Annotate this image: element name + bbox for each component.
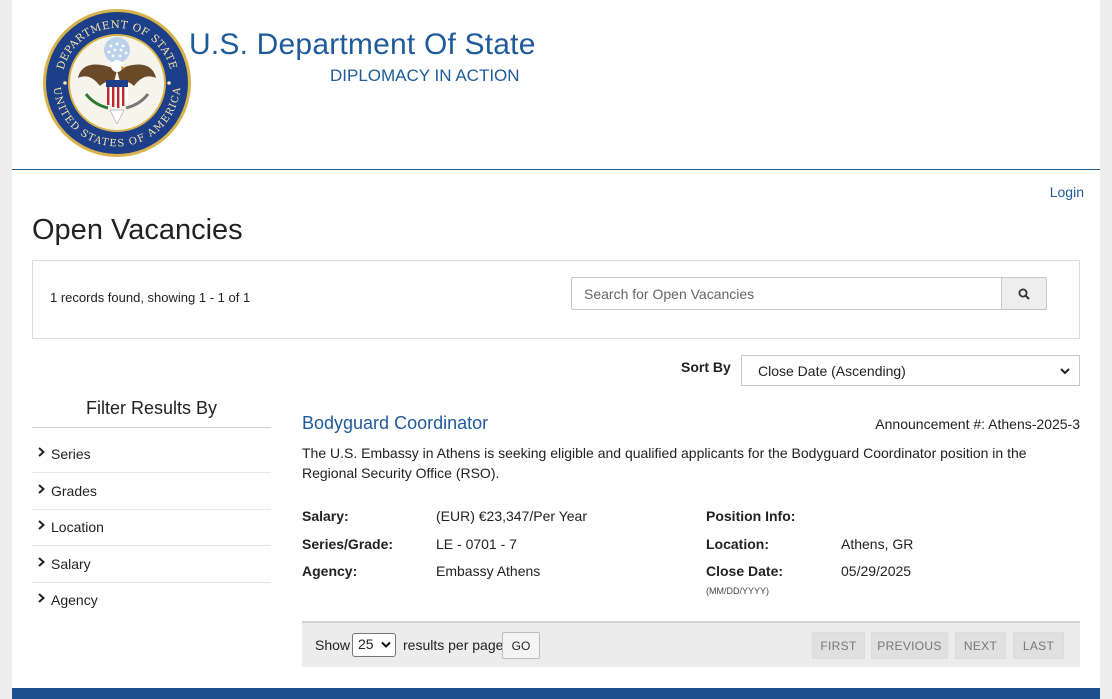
announcement-number: Announcement #: Athens-2025-3 [875, 416, 1080, 432]
site-subtitle: DIPLOMACY IN ACTION [330, 66, 520, 85]
job-description: The U.S. Embassy in Athens is seeking el… [302, 445, 1027, 481]
footer-bar [12, 688, 1100, 699]
page-title: Open Vacancies [32, 214, 243, 246]
salary-value: (EUR) €23,347/Per Year [436, 508, 587, 524]
results-per-page-value: 25 [358, 636, 374, 652]
search-icon [1018, 288, 1030, 300]
salary-label: Salary: [302, 508, 349, 524]
filter-divider [32, 427, 271, 428]
series-grade-value: LE - 0701 - 7 [436, 536, 517, 552]
sort-selected-value: Close Date (Ascending) [758, 362, 906, 379]
close-date-value: 05/29/2025 [841, 563, 912, 579]
page: DEPARTMENT OF STATE UNITED STATES OF AME… [12, 0, 1100, 699]
site-title: U.S. Department Of State [189, 28, 536, 61]
results-per-page-label: results per page [403, 637, 504, 653]
results-per-page-select[interactable]: 25 [352, 633, 396, 657]
last-page-button[interactable]: LAST [1013, 632, 1064, 659]
chevron-down-icon [381, 641, 391, 648]
previous-page-button[interactable]: PREVIOUS [871, 632, 948, 659]
records-count: 1 records found, showing 1 - 1 of 1 [50, 290, 251, 305]
close-date-label: Close Date: [706, 563, 784, 579]
date-format-hint: (MM/DD/YYYY) [706, 586, 769, 596]
search-input[interactable] [571, 277, 1002, 310]
sort-label: Sort By [681, 359, 731, 375]
agency-label: Agency: [302, 563, 358, 579]
filter-item-grades[interactable]: Grades [32, 473, 271, 510]
chevron-right-icon [38, 484, 46, 494]
chevron-right-icon [38, 447, 46, 457]
sort-select[interactable]: Close Date (Ascending) [741, 355, 1080, 386]
job-title-link[interactable]: Bodyguard Coordinator [302, 413, 488, 434]
department-of-state-seal-icon[interactable]: DEPARTMENT OF STATE UNITED STATES OF AME… [42, 8, 192, 158]
filter-item-label: Salary [51, 556, 91, 572]
filter-item-label: Agency [51, 592, 98, 608]
first-page-button[interactable]: FIRST [812, 632, 865, 659]
filter-item-label: Series [51, 446, 91, 462]
filter-title: Filter Results By [85, 398, 218, 418]
filter-item-agency[interactable]: Agency [32, 582, 271, 618]
series-grade-label: Series/Grade: [302, 536, 394, 552]
site-header: DEPARTMENT OF STATE UNITED STATES OF AME… [12, 0, 1100, 170]
chevron-down-icon [1060, 368, 1070, 375]
go-button[interactable]: GO [502, 632, 540, 659]
chevron-right-icon [38, 593, 46, 603]
filter-item-label: Location [51, 519, 104, 535]
next-page-button[interactable]: NEXT [955, 632, 1006, 659]
chevron-right-icon [38, 520, 46, 530]
location-value: Athens, GR [841, 536, 914, 552]
search-button[interactable] [1001, 277, 1047, 310]
chevron-right-icon [38, 557, 46, 567]
search-panel: 1 records found, showing 1 - 1 of 1 [32, 260, 1080, 339]
position-info-label: Position Info: [706, 508, 796, 524]
login-link[interactable]: Login [1050, 184, 1084, 200]
filter-item-location[interactable]: Location [32, 509, 271, 546]
pagination-bar: Show 25 results per page GO FIRST PREVIO… [302, 621, 1080, 667]
filter-item-label: Grades [51, 483, 97, 499]
filter-item-series[interactable]: Series [32, 436, 271, 473]
location-label: Location: [706, 536, 769, 552]
filter-item-salary[interactable]: Salary [32, 546, 271, 583]
show-label: Show [315, 637, 351, 653]
agency-value: Embassy Athens [436, 563, 541, 579]
